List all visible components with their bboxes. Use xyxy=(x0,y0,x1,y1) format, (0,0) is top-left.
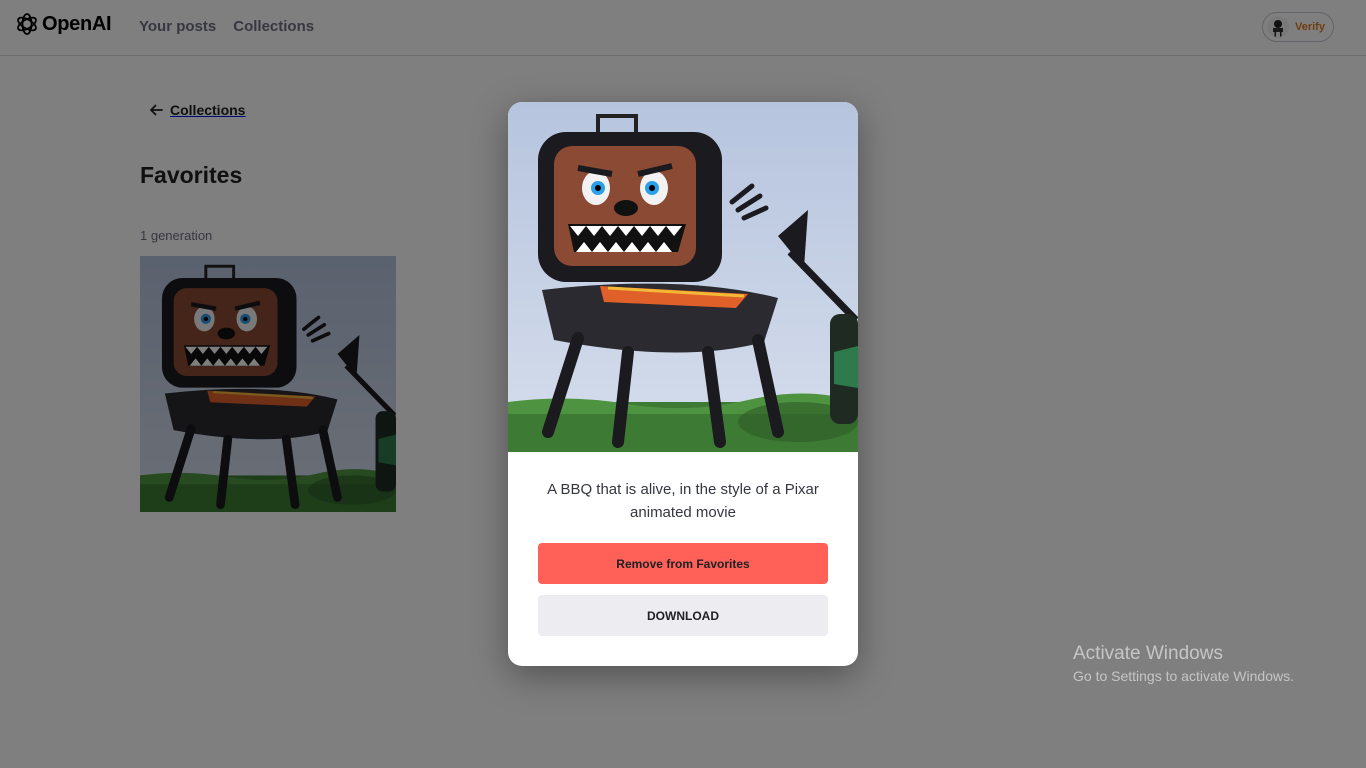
remove-from-favorites-button[interactable]: Remove from Favorites xyxy=(538,543,828,584)
download-button[interactable]: DOWNLOAD xyxy=(538,595,828,636)
watermark-subtitle: Go to Settings to activate Windows. xyxy=(1073,668,1294,684)
activate-windows-watermark: Activate Windows Go to Settings to activ… xyxy=(1073,643,1294,687)
generated-image xyxy=(508,102,858,452)
image-detail-modal: A BBQ that is alive, in the style of a P… xyxy=(508,102,858,666)
image-prompt-caption: A BBQ that is alive, in the style of a P… xyxy=(547,481,819,521)
watermark-title: Activate Windows xyxy=(1073,643,1223,664)
